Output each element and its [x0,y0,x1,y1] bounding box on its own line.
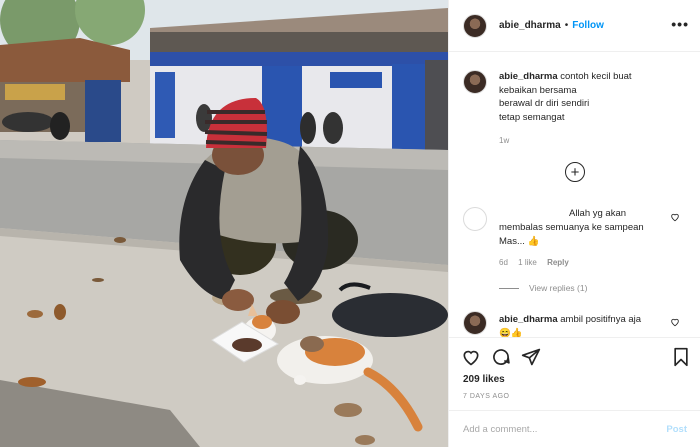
photo-illustration [0,0,448,447]
commenter-avatar[interactable] [463,311,487,335]
comment-line: Allah yg akan [499,207,669,221]
comment-line-2: 😄👍 [499,328,523,337]
comment-meta: 6d 1 like Reply [499,258,577,267]
author-username[interactable]: abie_dharma [499,20,561,31]
load-more-comments-button[interactable]: + [565,162,585,182]
heart-icon[interactable] [670,212,680,222]
post-header: abie_dharma • Follow ••• [449,0,700,52]
view-replies-label: View replies (1) [529,283,588,293]
caption-time[interactable]: 1w [499,134,632,148]
author-avatar[interactable] [463,13,487,38]
caption-line: kebaikan bersama [499,84,577,96]
share-icon[interactable] [521,347,541,367]
comment-line-2: membalas semuanya ke sampean [499,222,644,233]
comment-icon[interactable] [491,347,511,367]
comment-text: Allah yg akan membalas semuanya ke sampe… [499,207,669,249]
post-date[interactable]: 7 DAYS AGO [463,393,510,400]
comment-input[interactable] [463,424,667,435]
comment-likes[interactable]: 1 like [518,258,537,267]
plus-circle-icon: + [570,163,580,181]
comment-username[interactable]: abie_dharma [499,314,558,325]
add-comment-bar: Post [449,410,700,447]
caption-username[interactable]: abie_dharma [499,71,558,82]
comment-text: abie_dharma ambil positifnya aja 😄👍 [499,313,669,337]
post-actions: 209 likes 7 DAYS AGO Post [449,337,700,447]
reply-button[interactable]: Reply [547,258,569,267]
heart-icon[interactable] [670,317,680,327]
bookmark-icon[interactable] [671,347,691,367]
post-photo[interactable] [0,0,448,447]
view-replies-button[interactable]: View replies (1) [499,283,587,293]
post-details-panel: abie_dharma • Follow ••• abie_dharma con… [448,0,700,447]
view-replies-line [499,287,519,289]
likes-count[interactable]: 209 likes [463,374,505,385]
comment-line-1: ambil positifnya aja [560,314,642,325]
caption-body: abie_dharma contoh kecil buat kebaikan b… [499,70,632,148]
separator-dot: • [564,20,569,31]
caption-line: abie_dharma contoh kecil buat [499,70,632,84]
more-options-icon[interactable]: ••• [671,16,689,32]
comment-time[interactable]: 6d [499,258,508,267]
action-icons [461,347,691,369]
comment-item: abie_dharma ambil positifnya aja 😄👍 [463,311,693,337]
caption-text: contoh kecil buat [560,71,632,82]
caption-line: tetap semangat [499,111,565,123]
caption: abie_dharma contoh kecil buat kebaikan b… [463,70,693,148]
caption-avatar[interactable] [463,70,487,94]
follow-button[interactable]: Follow [572,20,604,31]
comment-line-3: Mas... 👍 [499,236,540,247]
comment-line: abie_dharma ambil positifnya aja [499,313,669,327]
post-comment-button[interactable]: Post [666,424,687,435]
commenter-avatar[interactable] [463,207,487,231]
caption-line: berawal dr diri sendiri [499,98,590,109]
comment-line-1: Allah yg akan [569,208,627,219]
heart-icon[interactable] [461,347,481,367]
